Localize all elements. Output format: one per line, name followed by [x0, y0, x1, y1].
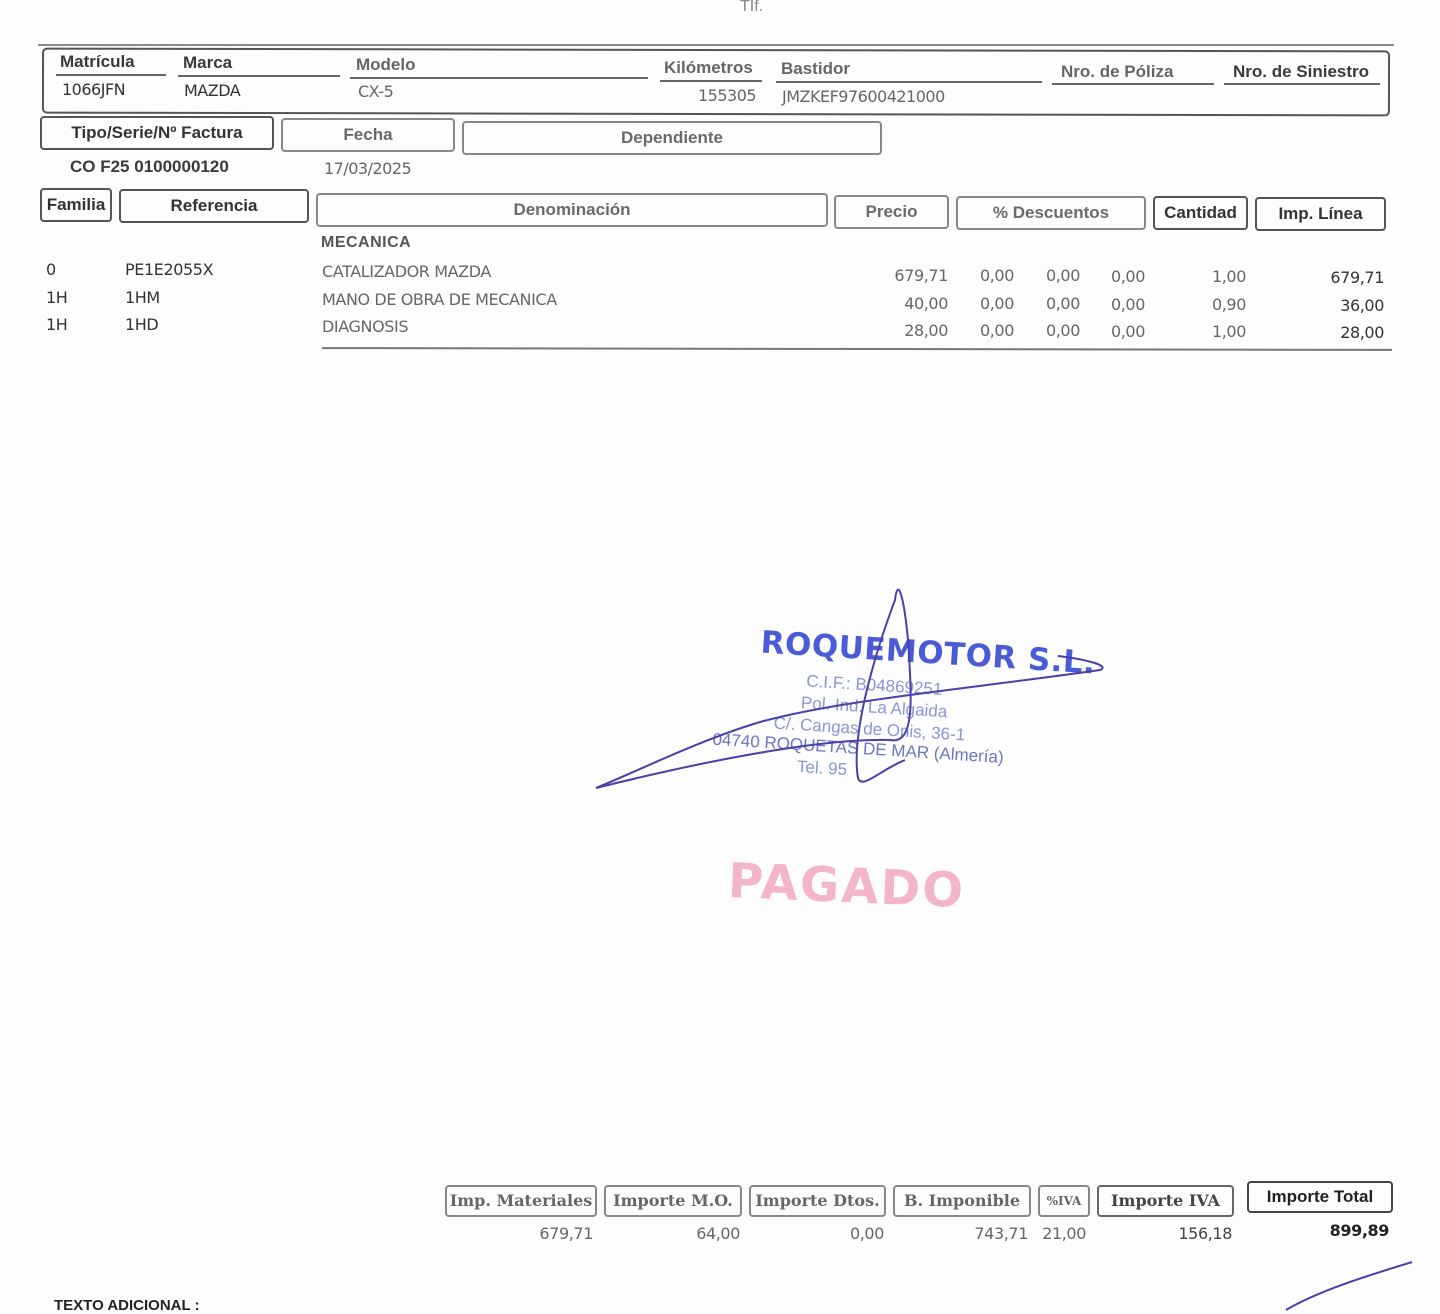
row2-familia: 1H: [46, 288, 68, 307]
row3-desc1: 0,00: [979, 321, 1014, 340]
row1-cantidad: 1,00: [1211, 267, 1246, 286]
row2-desc1: 0,00: [979, 294, 1014, 313]
row3-referencia: 1HD: [125, 315, 159, 334]
additional-text-label: TEXTO ADICIONAL :: [54, 1297, 200, 1314]
col-cantidad: Cantidad: [1153, 196, 1248, 230]
section-title: MECANICA: [321, 234, 412, 251]
total-header-iva-pct: %IVA: [1038, 1185, 1090, 1217]
row1-desc1: 0,00: [979, 266, 1014, 285]
row3-familia: 1H: [46, 315, 68, 334]
col-descuentos: % Descuentos: [956, 196, 1146, 230]
header-siniestro: Nro. de Siniestro: [1233, 62, 1370, 81]
header-modelo: Modelo: [356, 55, 416, 74]
stamp-phone: Tel. 95: [796, 757, 848, 780]
total-iva-pct: 21,00: [1042, 1224, 1086, 1243]
value-marca: MAZDA: [184, 81, 241, 100]
header-tipo-factura: Tipo/Serie/Nº Factura: [40, 116, 274, 150]
invoice-number: CO F25 0100000120: [70, 157, 229, 176]
total-header-mano-obra: Importe M.O.: [604, 1185, 742, 1217]
row3-denominacion: DIAGNOSIS: [322, 317, 409, 336]
underline-bastidor: [776, 81, 1042, 83]
col-referencia: Referencia: [119, 189, 309, 223]
value-bastidor: JMZKEF97600421000: [782, 87, 945, 106]
header-divider: [38, 44, 1394, 46]
underline-poliza: [1052, 83, 1214, 85]
paid-stamp: PAGADO: [726, 852, 967, 920]
header-marca: Marca: [183, 53, 233, 72]
underline-modelo: [350, 77, 648, 79]
underline-kilometros: [660, 80, 762, 82]
total-base: 743,71: [974, 1224, 1028, 1243]
invoice-date: 17/03/2025: [324, 159, 412, 178]
total-header-base: B. Imponible: [893, 1185, 1031, 1217]
total-materiales: 679,71: [539, 1224, 593, 1243]
signature-stroke-corner: [1285, 1261, 1413, 1311]
total-header-iva: Importe IVA: [1097, 1185, 1234, 1217]
value-matricula: 1066JFN: [62, 80, 126, 99]
row1-desc2: 0,00: [1045, 266, 1080, 285]
row2-denominacion: MANO DE OBRA DE MECANICA: [322, 290, 557, 309]
row3-precio: 28,00: [904, 321, 948, 340]
row1-familia: 0: [46, 260, 56, 279]
underline-marca: [178, 75, 340, 77]
row2-cantidad: 0,90: [1211, 295, 1246, 314]
row1-denominacion: CATALIZADOR MAZDA: [322, 262, 491, 281]
row1-precio: 679,71: [894, 266, 948, 285]
row1-desc3: 0,00: [1110, 267, 1145, 286]
total-header-total: Importe Total: [1247, 1181, 1393, 1213]
row3-desc2: 0,00: [1045, 321, 1080, 340]
row2-desc3: 0,00: [1110, 295, 1145, 314]
row2-precio: 40,00: [904, 294, 948, 313]
row3-cantidad: 1,00: [1211, 322, 1246, 341]
row3-importe: 28,00: [1340, 323, 1384, 342]
header-matricula: Matrícula: [60, 52, 135, 71]
row2-importe: 36,00: [1340, 296, 1384, 315]
value-modelo: CX-5: [358, 82, 394, 101]
total-iva: 156,18: [1178, 1224, 1232, 1243]
row3-desc3: 0,00: [1110, 322, 1145, 341]
underline-matricula: [56, 74, 166, 76]
col-familia: Familia: [40, 188, 112, 222]
total-importe: 899,89: [1329, 1221, 1390, 1240]
row1-importe: 679,71: [1330, 268, 1384, 287]
header-bastidor: Bastidor: [781, 59, 850, 78]
header-poliza: Nro. de Póliza: [1061, 62, 1174, 81]
header-fragment: TIf.: [740, 0, 764, 15]
value-kilometros: 155305: [698, 86, 757, 105]
col-denominacion: Denominación: [316, 193, 828, 227]
total-header-materiales: Imp. Materiales: [445, 1185, 597, 1217]
row2-desc2: 0,00: [1045, 294, 1080, 313]
row1-referencia: PE1E2055X: [125, 260, 214, 279]
col-precio: Precio: [834, 195, 949, 229]
col-imp-linea: Imp. Línea: [1255, 197, 1386, 231]
underline-siniestro: [1224, 83, 1380, 85]
lines-separator: [321, 347, 1393, 351]
header-dependiente: Dependiente: [462, 121, 882, 155]
header-kilometros: Kilómetros: [664, 58, 753, 77]
total-mano-obra: 64,00: [696, 1224, 740, 1243]
total-descuentos: 0,00: [849, 1224, 884, 1243]
row2-referencia: 1HM: [125, 288, 160, 307]
total-header-descuentos: Importe Dtos.: [749, 1185, 886, 1217]
header-fecha: Fecha: [281, 118, 455, 152]
